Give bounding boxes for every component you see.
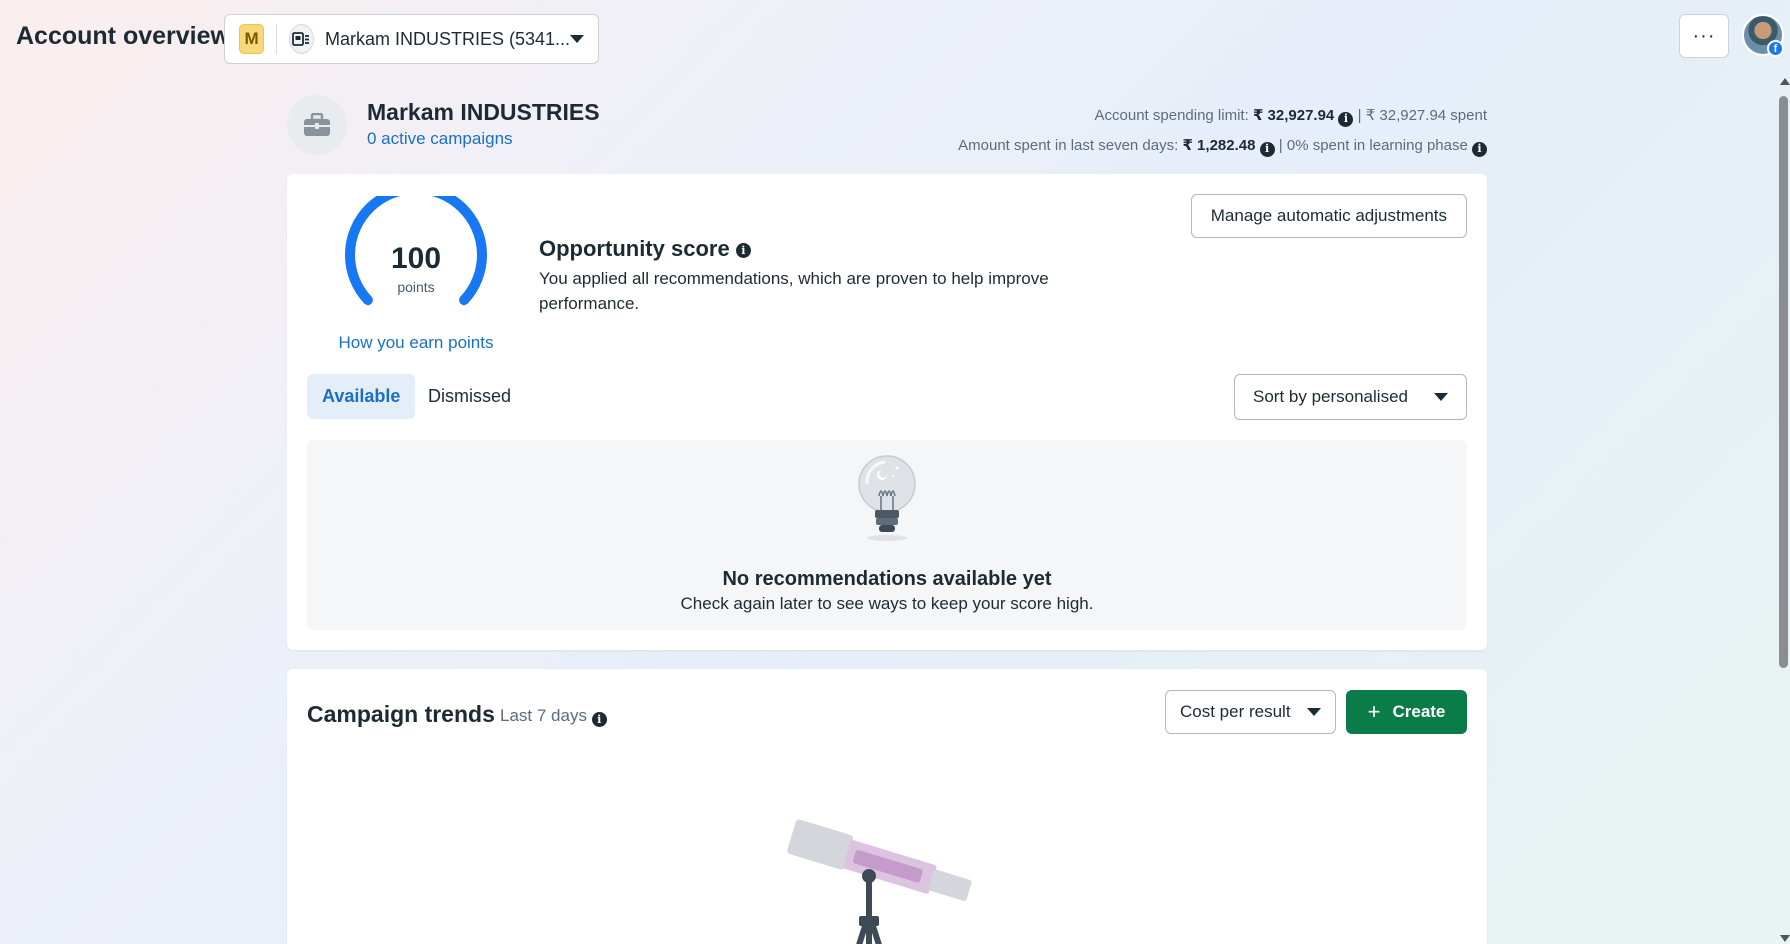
info-icon[interactable]: i [1338, 111, 1354, 127]
create-label: Create [1392, 702, 1446, 721]
trends-period: Last 7 days i [500, 706, 607, 727]
sort-dropdown[interactable]: Sort by personalised [1234, 374, 1467, 420]
chevron-down-icon [1307, 708, 1321, 716]
seven-days-label: Amount spent in last seven days: [958, 137, 1179, 154]
scroll-up-icon[interactable] [1780, 78, 1790, 85]
account-selector[interactable]: M Markam INDUSTRIES (5341... [224, 14, 599, 64]
campaign-trends-card: Campaign trends Last 7 days i Cost per r… [287, 669, 1487, 944]
info-icon[interactable]: i [735, 243, 751, 258]
tab-available[interactable]: Available [307, 374, 416, 419]
info-icon[interactable]: i [1472, 141, 1487, 157]
account-title: Markam INDUSTRIES [367, 99, 600, 125]
account-name: Markam INDUSTRIES (5341... [324, 28, 571, 49]
lightbulb-icon [858, 455, 916, 541]
seven-days-row: Amount spent in last seven days: ₹ 1,282… [958, 131, 1487, 161]
scrollbar-thumb[interactable] [1779, 96, 1788, 668]
trends-period-text: Last 7 days [500, 706, 587, 725]
account-header: Markam INDUSTRIES 0 active campaigns Acc… [287, 95, 1487, 157]
trends-title: Campaign trends [307, 701, 495, 727]
briefcase-icon [287, 95, 347, 155]
opportunity-title-text: Opportunity score [539, 236, 730, 261]
empty-recommendations: No recommendations available yet Check a… [307, 440, 1467, 630]
spending-limit-row: Account spending limit: ₹ 32,927.94 i | … [958, 101, 1487, 131]
learning-phase-text: | 0% spent in learning phase [1278, 137, 1468, 154]
tab-dismissed[interactable]: Dismissed [413, 374, 526, 419]
create-button[interactable]: + Create [1346, 690, 1467, 734]
empty-subtitle: Check again later to see ways to keep yo… [680, 594, 1094, 613]
seven-days-value: ₹ 1,282.48 [1182, 137, 1256, 154]
account-initial-badge: M [239, 24, 265, 54]
divider [276, 24, 277, 54]
chevron-down-icon [570, 35, 585, 43]
manage-adjustments-button[interactable]: Manage automatic adjustments [1190, 194, 1467, 238]
chevron-down-icon [1434, 393, 1448, 401]
spend-summary: Account spending limit: ₹ 32,927.94 i | … [958, 101, 1487, 161]
info-icon[interactable]: i [591, 712, 607, 727]
score-unit: points [397, 279, 435, 295]
opportunity-title: Opportunity score i [539, 236, 751, 262]
score-value: 100 [390, 242, 442, 275]
top-bar: Account overview M Markam INDUSTRIES (53… [0, 0, 1790, 76]
ad-account-icon [288, 24, 314, 54]
empty-title: No recommendations available yet [722, 568, 1052, 590]
more-options-button[interactable]: ··· [1679, 14, 1729, 58]
metric-label: Cost per result [1180, 702, 1291, 721]
opportunity-score-card: 100 points How you earn points Opportuni… [287, 174, 1487, 650]
scrollbar[interactable] [1776, 76, 1790, 944]
spending-limit-value: ₹ 32,927.94 [1252, 107, 1335, 124]
info-icon[interactable]: i [1259, 141, 1275, 157]
telescope-icon [787, 819, 972, 944]
sort-label: Sort by personalised [1253, 387, 1408, 406]
spending-limit-label: Account spending limit: [1094, 107, 1249, 124]
spent-value: | ₹ 32,927.94 spent [1357, 107, 1487, 124]
metric-dropdown[interactable]: Cost per result [1165, 690, 1336, 734]
active-campaigns-link[interactable]: 0 active campaigns [367, 129, 513, 149]
earn-points-link[interactable]: How you earn points [313, 333, 519, 353]
facebook-icon: f [1767, 40, 1784, 57]
plus-icon: + [1367, 699, 1381, 724]
page-title: Account overview [16, 22, 230, 50]
opportunity-description: You applied all recommendations, which a… [539, 269, 1049, 313]
scroll-down-icon[interactable] [1780, 935, 1790, 942]
